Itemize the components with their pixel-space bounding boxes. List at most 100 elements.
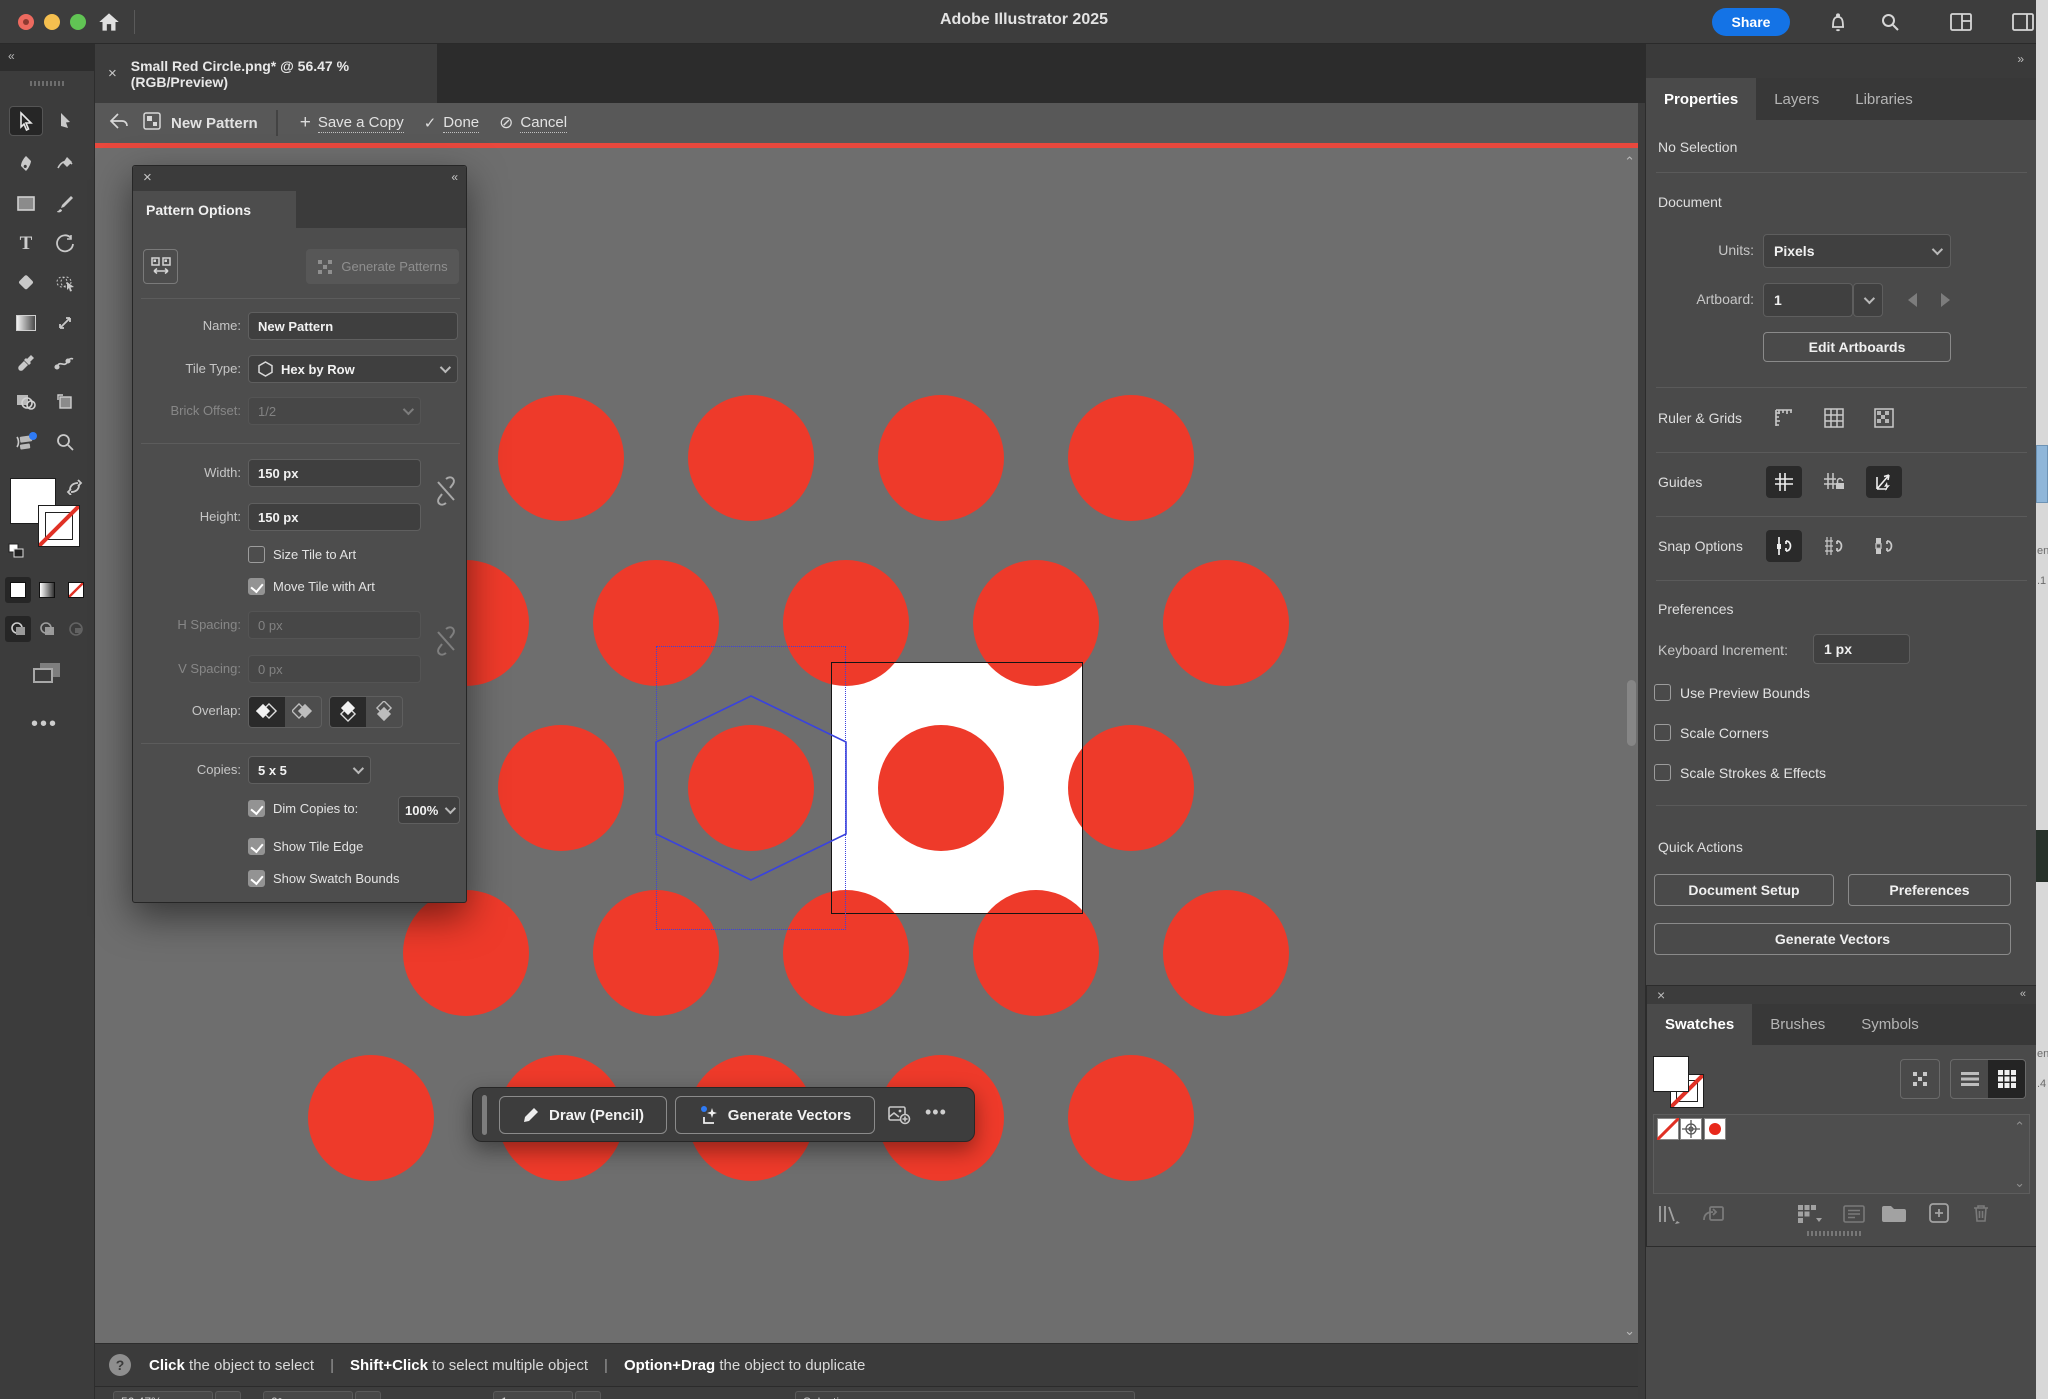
eyedropper-tool[interactable] [9, 348, 43, 378]
rectangle-tool[interactable] [9, 189, 43, 219]
tab-symbols[interactable]: Symbols [1843, 1004, 1937, 1045]
rotate-tool[interactable] [48, 229, 82, 259]
artboard-tool[interactable] [48, 387, 82, 417]
screen-mode-icon[interactable] [30, 659, 64, 694]
default-fill-stroke-icon[interactable] [8, 543, 26, 564]
scroll-down-icon[interactable]: ⌄ [1624, 1323, 1635, 1339]
show-swatch-kinds-icon[interactable] [1797, 1204, 1823, 1229]
paintbrush-tool[interactable] [48, 189, 82, 219]
copies-dropdown[interactable]: 5 x 5 [248, 756, 371, 784]
snap-to-pixel-icon[interactable] [1866, 530, 1902, 562]
move-tile-with-art-checkbox[interactable] [248, 578, 265, 595]
height-input[interactable]: 150 px [248, 503, 421, 531]
preferences-button[interactable]: Preferences [1848, 874, 2011, 906]
overlap-left-in-front-button[interactable] [249, 697, 285, 727]
type-tool[interactable]: T [9, 229, 43, 259]
pattern-options-tab[interactable]: Pattern Options [133, 191, 296, 228]
new-color-group-folder-icon[interactable] [1881, 1204, 1907, 1229]
pen-tool[interactable] [9, 149, 43, 179]
share-button[interactable]: Share [1712, 8, 1790, 36]
lock-guides-icon[interactable] [1816, 466, 1852, 498]
tab-properties[interactable]: Properties [1646, 78, 1756, 120]
collapse-swatches-icon[interactable]: « [2020, 988, 2024, 1000]
generate-patterns-button[interactable]: Generate Patterns [306, 249, 459, 284]
none-mode-button[interactable] [63, 577, 89, 603]
tab-swatches[interactable]: Swatches [1647, 1004, 1752, 1045]
close-panel-icon[interactable]: × [143, 169, 152, 186]
swatch-red-circle-pattern[interactable] [1704, 1118, 1726, 1140]
list-view-icon[interactable] [1951, 1060, 1988, 1098]
curvature-tool[interactable] [48, 149, 82, 179]
swatch-options-icon[interactable] [1843, 1204, 1865, 1229]
cancel-button[interactable]: Cancel [520, 114, 567, 133]
draw-normal-mode-button[interactable] [5, 616, 31, 642]
delete-swatch-trash-icon[interactable] [1970, 1202, 1992, 1229]
previous-artboard-icon[interactable] [1908, 293, 1917, 307]
show-transparency-grid-icon[interactable] [1866, 402, 1902, 434]
draw-pencil-button[interactable]: Draw (Pencil) [499, 1096, 667, 1134]
dim-copies-checkbox[interactable] [248, 800, 265, 817]
use-preview-bounds-checkbox[interactable] [1654, 684, 1671, 701]
link-dimensions-icon[interactable] [431, 471, 461, 516]
tab-libraries[interactable]: Libraries [1837, 78, 1931, 120]
collapse-panel-icon[interactable]: « [451, 170, 456, 184]
tile-type-dropdown[interactable]: Hex by Row [248, 355, 458, 383]
overlap-right-in-front-button[interactable] [285, 697, 321, 727]
dock-drag-handle[interactable] [30, 81, 66, 86]
gradient-tool[interactable] [9, 308, 43, 338]
edit-artboards-button[interactable]: Edit Artboards [1763, 332, 1951, 362]
generate-vectors-button[interactable]: Generate Vectors [675, 1096, 875, 1134]
draw-inside-mode-button[interactable] [63, 616, 89, 642]
search-icon[interactable] [1878, 10, 1902, 39]
zoom-tool[interactable] [48, 427, 82, 457]
vertical-scrollbar-thumb[interactable] [1627, 680, 1636, 746]
scale-tool[interactable] [48, 308, 82, 338]
save-a-copy-button[interactable]: Save a Copy [318, 114, 404, 133]
grid-view-icon[interactable] [1988, 1060, 2025, 1098]
show-rulers-icon[interactable] [1766, 402, 1802, 434]
generate-vectors-quick-action-button[interactable]: Generate Vectors [1654, 923, 2011, 955]
units-dropdown[interactable]: Pixels [1763, 234, 1951, 268]
rotation-chevron[interactable] [355, 1391, 381, 1399]
width-input[interactable]: 150 px [248, 459, 421, 487]
swatch-libraries-icon[interactable] [1657, 1204, 1681, 1229]
next-artboard-icon[interactable] [1941, 293, 1950, 307]
show-swatch-bounds-checkbox[interactable] [248, 870, 265, 887]
show-tile-edge-checkbox[interactable] [248, 838, 265, 855]
color-mode-button[interactable] [5, 577, 31, 603]
artboard-nav-field[interactable]: 1 [493, 1391, 573, 1399]
scroll-up-icon[interactable]: ⌃ [1624, 154, 1635, 170]
add-image-icon[interactable] [887, 1104, 911, 1131]
exit-pattern-mode-icon[interactable] [108, 111, 130, 135]
selection-tool[interactable] [9, 106, 43, 136]
close-tab-icon[interactable]: × [108, 65, 117, 82]
stroke-color-swatch[interactable] [38, 505, 80, 547]
artboard-dropdown-chevron[interactable] [1853, 283, 1883, 317]
pattern-name-input[interactable]: New Pattern [248, 312, 458, 340]
swatch-scroll-down-icon[interactable]: ⌄ [2014, 1175, 2025, 1191]
panel-toggle-icon[interactable] [2010, 10, 2036, 39]
help-icon[interactable]: ? [109, 1354, 131, 1376]
collapse-right-panel-icon[interactable]: » [2017, 52, 2022, 66]
workspace-switcher-icon[interactable] [1948, 10, 1974, 39]
edit-toolbar-ellipsis-icon[interactable]: ••• [31, 713, 58, 736]
shape-builder-tool[interactable] [9, 387, 43, 417]
notifications-bell-icon[interactable] [1826, 10, 1850, 39]
overlap-top-in-front-button[interactable] [330, 697, 366, 727]
rotation-dropdown[interactable]: 0° [263, 1391, 353, 1399]
keyboard-increment-input[interactable]: 1 px [1813, 634, 1910, 664]
snap-to-point-icon[interactable] [1766, 530, 1802, 562]
pattern-options-shortcut-icon[interactable] [1900, 1059, 1940, 1099]
snap-to-grid-icon[interactable] [1816, 530, 1852, 562]
collapse-left-dock-icon[interactable]: « [0, 44, 95, 71]
show-guides-icon[interactable] [1766, 466, 1802, 498]
overlap-bottom-in-front-button[interactable] [366, 697, 402, 727]
width-tool[interactable] [9, 427, 43, 457]
tab-brushes[interactable]: Brushes [1752, 1004, 1843, 1045]
swatch-scroll-up-icon[interactable]: ⌃ [2014, 1119, 2025, 1135]
add-to-library-icon[interactable] [1702, 1204, 1726, 1229]
dim-copies-value-dropdown[interactable]: 100% [398, 796, 460, 824]
more-options-ellipsis-icon[interactable]: ••• [925, 1102, 947, 1123]
artboard-nav-chevron[interactable] [575, 1391, 601, 1399]
done-button[interactable]: Done [443, 114, 479, 133]
